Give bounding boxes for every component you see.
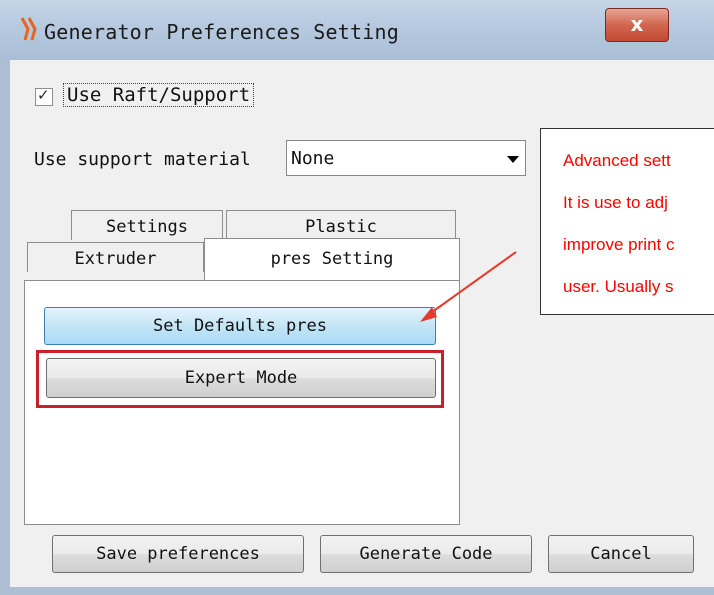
preferences-window: Generator Preferences Setting x ✓ Use Ra… — [0, 0, 714, 595]
tab-pres-setting[interactable]: pres Setting — [204, 238, 460, 280]
annotation-arrow — [420, 251, 517, 322]
